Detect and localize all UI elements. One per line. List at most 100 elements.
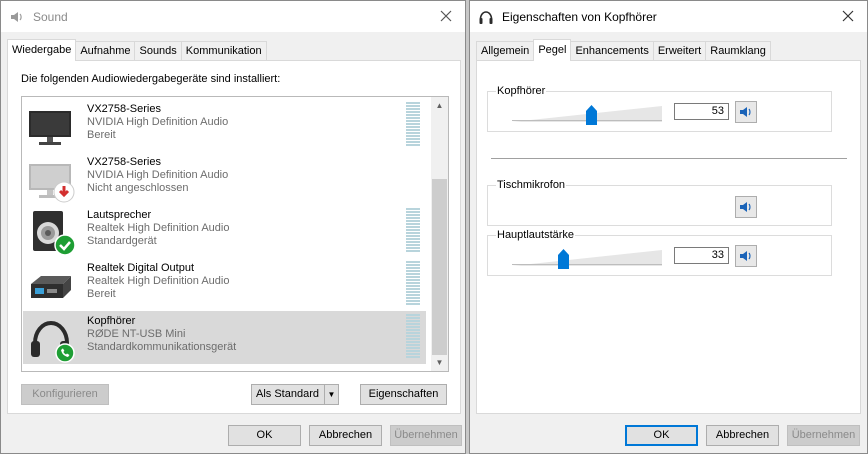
headphones-level-value[interactable]: 53 bbox=[674, 103, 729, 120]
cancel-button[interactable]: Abbrechen bbox=[309, 425, 382, 446]
meter-segment bbox=[406, 223, 420, 225]
master-level-label: Hauptlautstärke bbox=[496, 229, 576, 241]
meter-segment bbox=[406, 114, 420, 116]
device-item[interactable]: Kopfhörer RØDE NT-USB Mini Standardkommu… bbox=[23, 311, 426, 364]
meter-segment bbox=[406, 332, 420, 334]
tab-aufnahme[interactable]: Aufnahme bbox=[75, 41, 136, 61]
properties-titlebar[interactable]: Eigenschaften von Kopfhörer bbox=[470, 1, 867, 32]
meter-segment bbox=[406, 276, 420, 278]
sound-title: Sound bbox=[33, 9, 68, 24]
scroll-down-icon[interactable]: ▼ bbox=[431, 354, 448, 371]
headphones-mute-button[interactable] bbox=[735, 101, 757, 123]
ok-button[interactable]: OK bbox=[228, 425, 301, 446]
properties-window: Eigenschaften von Kopfhörer Allgemein Pe… bbox=[469, 0, 868, 454]
meter-segment bbox=[406, 141, 420, 143]
meter-segment bbox=[406, 241, 420, 243]
tab-wiedergabe[interactable]: Wiedergabe bbox=[7, 39, 77, 61]
headphones-volume-slider[interactable] bbox=[512, 104, 662, 125]
properties-button[interactable]: Eigenschaften bbox=[360, 384, 447, 405]
meter-segment bbox=[406, 273, 420, 275]
meter-segment bbox=[406, 320, 420, 322]
speaker-volume-icon bbox=[740, 202, 751, 212]
meter-segment bbox=[406, 350, 420, 352]
device-driver: Realtek High Definition Audio bbox=[87, 275, 230, 287]
meter-segment bbox=[406, 329, 420, 331]
meter-segment bbox=[406, 264, 420, 266]
cancel-button[interactable]: Abbrechen bbox=[706, 425, 779, 446]
meter-segment bbox=[406, 279, 420, 281]
sound-titlebar[interactable]: Sound bbox=[1, 1, 465, 32]
speaker-volume-icon bbox=[740, 107, 751, 117]
device-item[interactable]: Lautsprecher Realtek High Definition Aud… bbox=[23, 205, 426, 258]
mic-mute-button[interactable] bbox=[735, 196, 757, 218]
ok-button[interactable]: OK bbox=[625, 425, 698, 446]
chevron-down-icon[interactable]: ▼ bbox=[324, 385, 338, 404]
levels-panel: Kopfhörer 53 Tischmikrofon Hauptlautstär… bbox=[476, 60, 861, 414]
meter-segment bbox=[406, 111, 420, 113]
properties-tabs: Allgemein Pegel Enhancements Erweitert R… bbox=[476, 39, 771, 61]
meter-segment bbox=[406, 123, 420, 125]
tab-raumklang[interactable]: Raumklang bbox=[705, 41, 771, 61]
meter-segment bbox=[406, 261, 420, 263]
tab-enhancements[interactable]: Enhancements bbox=[570, 41, 654, 61]
device-list-scrollbar[interactable]: ▲ ▼ bbox=[431, 97, 448, 371]
scroll-up-icon[interactable]: ▲ bbox=[431, 97, 448, 114]
meter-segment bbox=[406, 132, 420, 134]
meter-segment bbox=[406, 108, 420, 110]
playback-intro: Die folgenden Audiowiedergabegeräte sind… bbox=[21, 73, 281, 85]
meter-segment bbox=[406, 303, 420, 305]
meter-segment bbox=[406, 270, 420, 272]
level-meter bbox=[406, 314, 420, 361]
tab-kommunikation[interactable]: Kommunikation bbox=[180, 41, 267, 61]
scroll-thumb[interactable] bbox=[432, 179, 447, 355]
meter-segment bbox=[406, 267, 420, 269]
playback-panel: Die folgenden Audiowiedergabegeräte sind… bbox=[7, 60, 461, 414]
headphones-icon bbox=[31, 320, 75, 363]
device-name: Kopfhörer bbox=[87, 315, 136, 327]
meter-segment bbox=[406, 129, 420, 131]
device-status: Standardgerät bbox=[87, 235, 157, 247]
master-volume-slider[interactable] bbox=[512, 248, 662, 269]
apply-button[interactable]: Übernehmen bbox=[787, 425, 860, 446]
tab-pegel[interactable]: Pegel bbox=[533, 39, 572, 61]
meter-segment bbox=[406, 235, 420, 237]
close-icon[interactable] bbox=[841, 9, 855, 23]
master-level-value[interactable]: 33 bbox=[674, 247, 729, 264]
device-name: VX2758-Series bbox=[87, 103, 161, 115]
device-item[interactable]: VX2758-Series NVIDIA High Definition Aud… bbox=[23, 99, 426, 152]
meter-segment bbox=[406, 211, 420, 213]
master-mute-button[interactable] bbox=[735, 245, 757, 267]
meter-segment bbox=[406, 247, 420, 249]
slider-thumb[interactable] bbox=[558, 249, 569, 269]
set-default-button[interactable]: Als Standard ▼ bbox=[251, 384, 339, 405]
mic-level-group: Tischmikrofon bbox=[487, 179, 832, 226]
meter-segment bbox=[406, 220, 420, 222]
master-level-group: Hauptlautstärke 33 bbox=[487, 229, 832, 276]
close-icon[interactable] bbox=[439, 9, 453, 23]
speaker-volume-icon bbox=[740, 251, 751, 261]
device-driver: NVIDIA High Definition Audio bbox=[87, 116, 229, 128]
configure-button[interactable]: Konfigurieren bbox=[21, 384, 109, 405]
tab-allgemein[interactable]: Allgemein bbox=[476, 41, 535, 61]
tab-erweitert[interactable]: Erweitert bbox=[652, 41, 707, 61]
device-item[interactable]: VX2758-Series NVIDIA High Definition Aud… bbox=[23, 152, 426, 205]
device-status: Bereit bbox=[87, 288, 116, 300]
meter-segment bbox=[406, 335, 420, 337]
meter-segment bbox=[406, 120, 420, 122]
mic-level-label: Tischmikrofon bbox=[496, 179, 567, 191]
apply-button[interactable]: Übernehmen bbox=[390, 425, 462, 446]
properties-title: Eigenschaften von Kopfhörer bbox=[502, 9, 657, 24]
tab-sounds[interactable]: Sounds bbox=[134, 41, 182, 61]
meter-segment bbox=[406, 144, 420, 146]
meter-segment bbox=[406, 285, 420, 287]
slider-thumb[interactable] bbox=[586, 105, 597, 125]
device-item[interactable]: Realtek Digital Output Realtek High Defi… bbox=[23, 258, 426, 311]
level-meter bbox=[406, 208, 420, 255]
meter-segment bbox=[406, 347, 420, 349]
level-meter bbox=[406, 261, 420, 308]
meter-segment bbox=[406, 217, 420, 219]
speaker-logo-icon bbox=[11, 11, 22, 22]
meter-segment bbox=[406, 117, 420, 119]
set-default-label: Als Standard bbox=[256, 388, 319, 400]
headphones-level-label: Kopfhörer bbox=[496, 85, 547, 97]
